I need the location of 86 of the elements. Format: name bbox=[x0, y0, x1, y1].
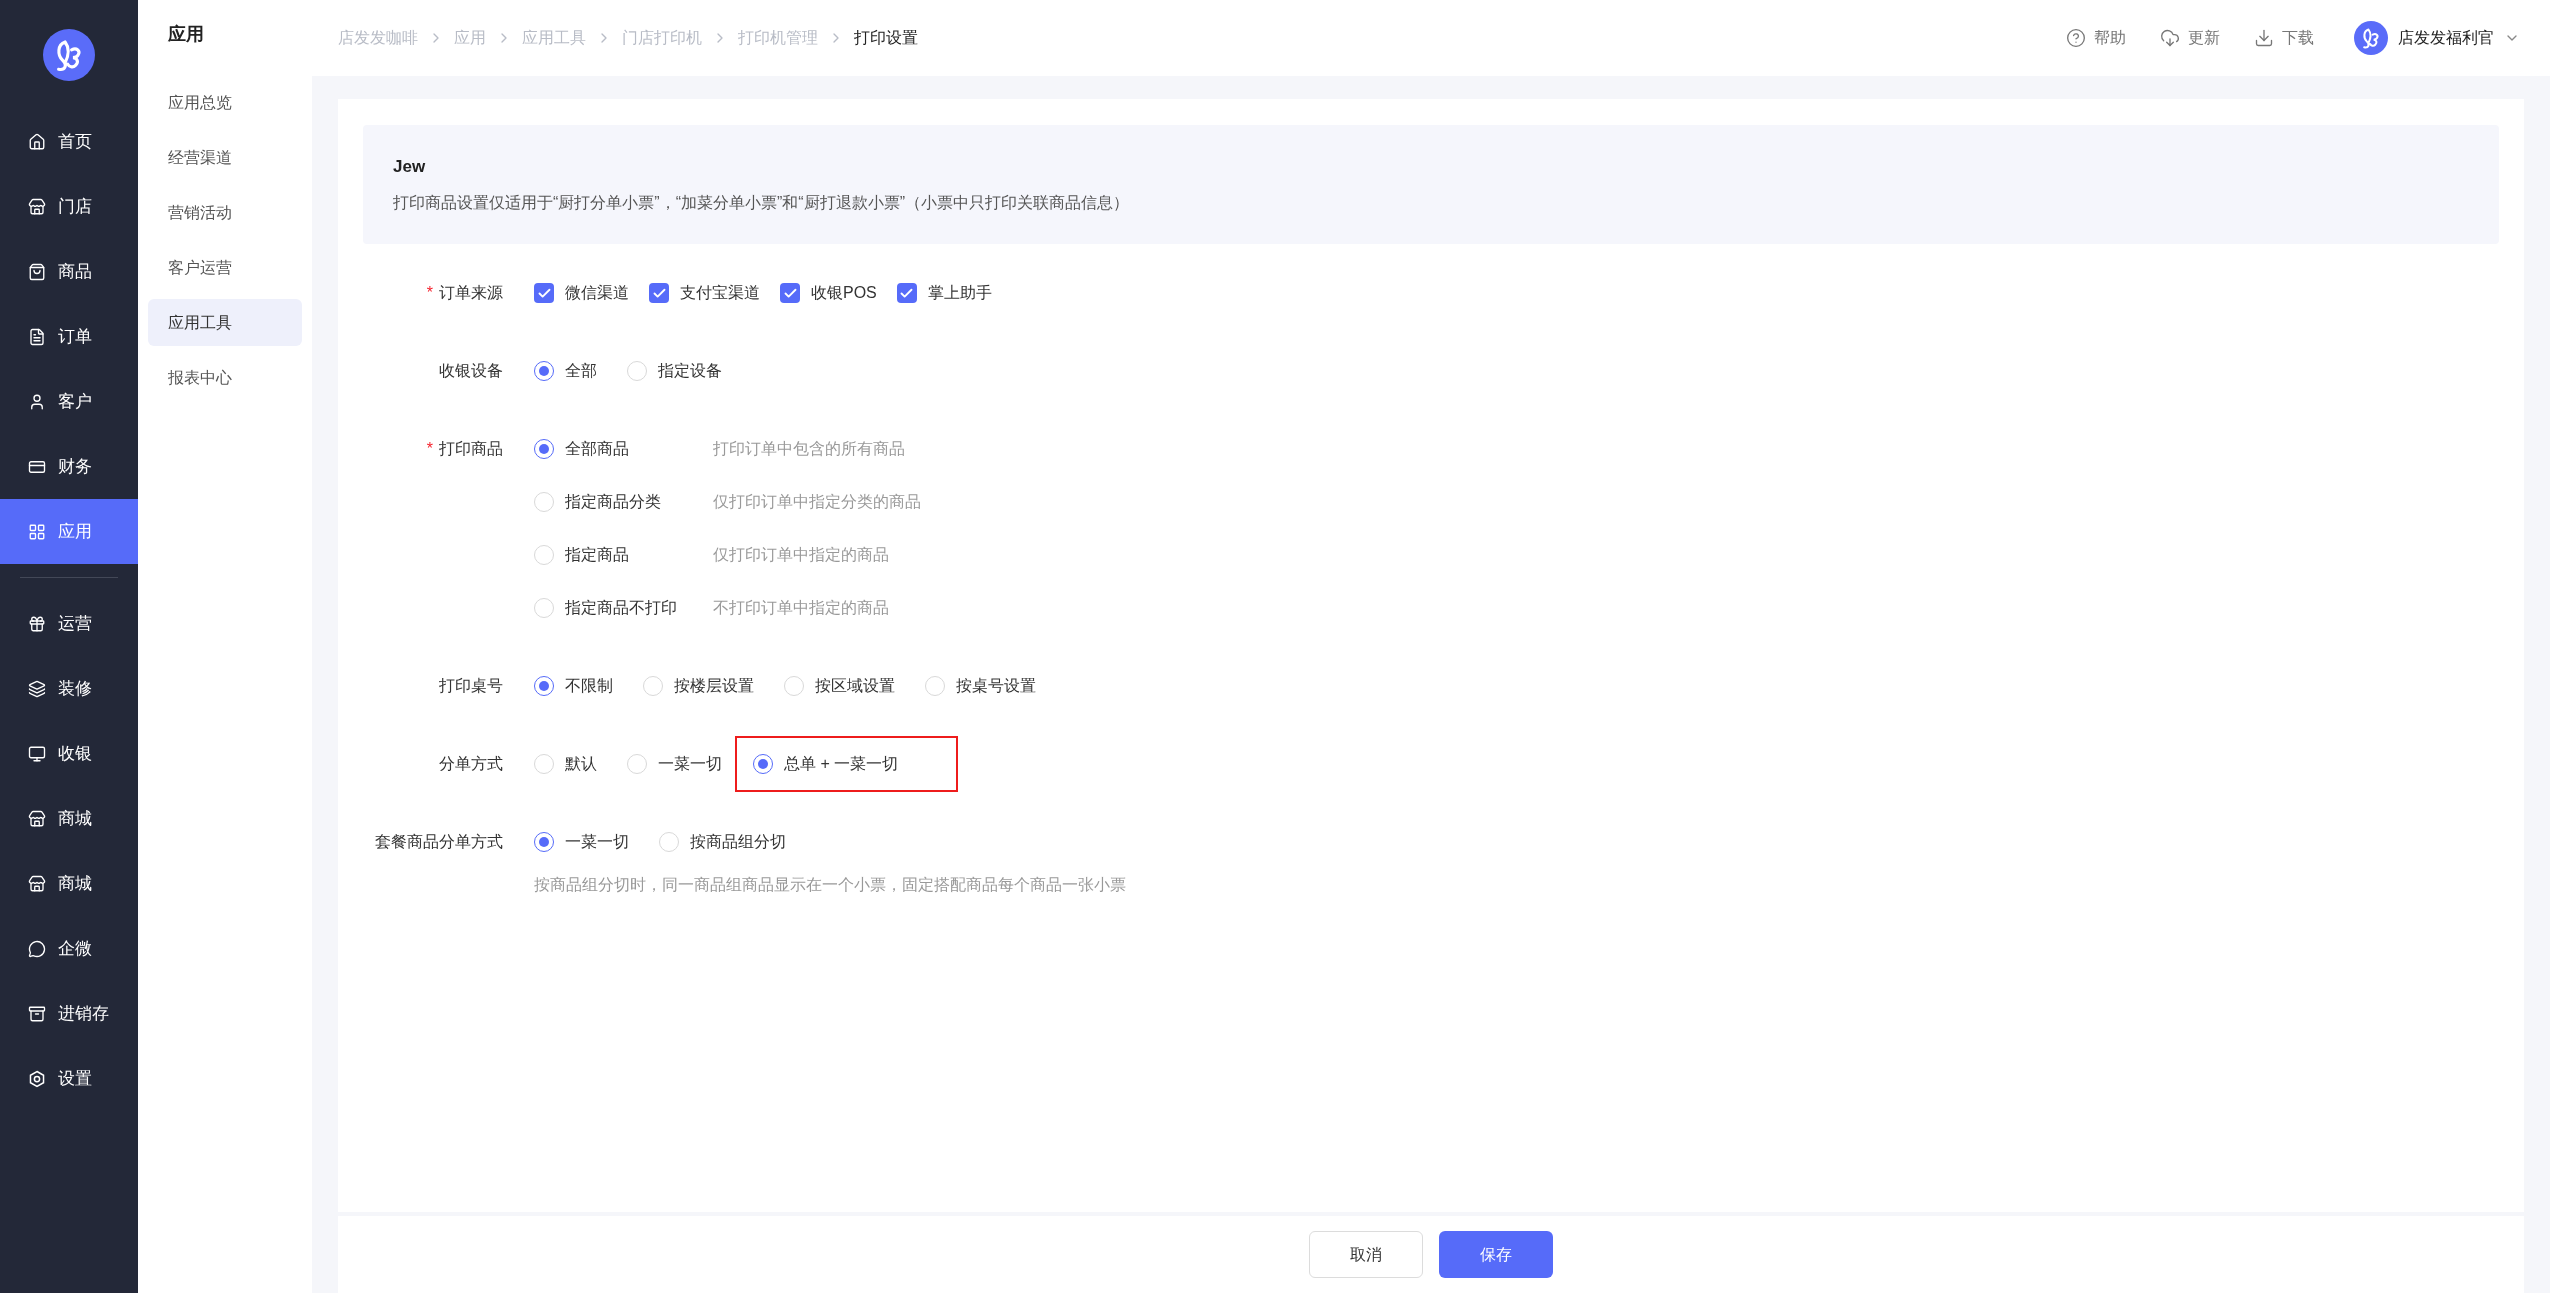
home-icon bbox=[28, 132, 46, 151]
sidebar-item[interactable]: 客户 bbox=[0, 369, 138, 434]
sidebar-item[interactable]: 收银 bbox=[0, 721, 138, 786]
document-icon bbox=[28, 327, 46, 346]
option-hint: 不打印订单中指定的商品 bbox=[713, 598, 889, 618]
nav-item[interactable]: 经营渠道 bbox=[148, 134, 302, 181]
logo-icon bbox=[43, 29, 95, 81]
option-label: 指定商品不打印 bbox=[565, 598, 677, 618]
field-label: 收银设备 bbox=[439, 361, 503, 381]
toolbar-button[interactable]: 下载 bbox=[2254, 26, 2314, 50]
option-label: 默认 bbox=[565, 754, 597, 774]
option-hint: 打印订单中包含的所有商品 bbox=[713, 439, 905, 459]
option-label: 支付宝渠道 bbox=[680, 283, 760, 303]
nav-item[interactable]: 应用总览 bbox=[148, 79, 302, 126]
option-label: 全部商品 bbox=[565, 439, 629, 459]
toolbar-button[interactable]: 帮助 bbox=[2066, 26, 2126, 50]
store-icon bbox=[28, 197, 46, 216]
option-label: 一菜一切 bbox=[565, 832, 629, 852]
sidebar-item[interactable]: 企微 bbox=[0, 916, 138, 981]
nav-item[interactable]: 报表中心 bbox=[148, 354, 302, 401]
checkbox[interactable] bbox=[780, 283, 800, 303]
store-icon bbox=[28, 809, 46, 828]
option-label: 微信渠道 bbox=[565, 283, 629, 303]
option-hint: 仅打印订单中指定分类的商品 bbox=[713, 492, 921, 512]
avatar-icon bbox=[2354, 21, 2388, 55]
required-mark: * bbox=[426, 283, 433, 303]
field-label: 套餐商品分单方式 bbox=[375, 832, 503, 852]
option-label: 指定商品 bbox=[565, 545, 629, 565]
notice-title: Jew bbox=[393, 155, 427, 178]
settings-icon bbox=[28, 1069, 46, 1088]
breadcrumb-current: 打印设置 bbox=[854, 28, 918, 48]
notice-text: 打印商品设置仅适用于“厨打分单小票”，“加菜分单小票”和“厨打退款小票”（小票中只打印关联商品信息） bbox=[393, 193, 1130, 214]
user-icon bbox=[28, 392, 46, 411]
field-note: 按商品组分切时，同一商品组商品显示在一个小票，固定搭配商品每个商品一张小票 bbox=[534, 875, 1126, 895]
checkbox[interactable] bbox=[896, 283, 917, 303]
layers-icon bbox=[28, 679, 46, 698]
sidebar-item[interactable]: 首页 bbox=[0, 109, 138, 174]
cancel-button[interactable]: 取消 bbox=[1309, 1231, 1423, 1278]
field-label: 订单来源 bbox=[439, 283, 503, 303]
checkbox[interactable] bbox=[534, 283, 554, 303]
cloud-download-icon bbox=[2160, 28, 2180, 48]
option-label: 总单 + 一菜一切 bbox=[784, 754, 899, 774]
option-label: 掌上助手 bbox=[927, 283, 992, 303]
sidebar-item[interactable]: 门店 bbox=[0, 174, 138, 239]
archive-icon bbox=[28, 1004, 46, 1023]
shopping-bag-icon bbox=[28, 262, 46, 281]
nav-item[interactable]: 营销活动 bbox=[148, 189, 302, 236]
sidebar-item[interactable]: 应用 bbox=[0, 499, 138, 564]
sidebar-item[interactable]: 运营 bbox=[0, 591, 138, 656]
toolbar-button[interactable]: 更新 bbox=[2160, 26, 2220, 50]
option-label: 按区域设置 bbox=[815, 676, 895, 696]
sidebar-item[interactable]: 商品 bbox=[0, 239, 138, 304]
nav-item[interactable]: 客户运营 bbox=[148, 244, 302, 291]
option-label: 按桌号设置 bbox=[956, 676, 1036, 696]
sidebar-item[interactable]: 商城 bbox=[0, 851, 138, 916]
sidebar-item[interactable]: 设置 bbox=[0, 1046, 138, 1111]
nav-title: 应用 bbox=[168, 22, 204, 46]
sidebar-item[interactable]: 订单 bbox=[0, 304, 138, 369]
checkbox[interactable] bbox=[649, 283, 669, 303]
store-icon bbox=[28, 874, 46, 893]
option-label: 指定设备 bbox=[658, 361, 722, 381]
field-label: 打印桌号 bbox=[439, 676, 503, 696]
required-mark: * bbox=[426, 439, 433, 459]
option-label: 全部 bbox=[565, 361, 597, 381]
user-menu[interactable]: 店发发福利官 bbox=[2354, 21, 2520, 55]
sidebar-item[interactable]: 财务 bbox=[0, 434, 138, 499]
option-hint: 仅打印订单中指定的商品 bbox=[713, 545, 889, 565]
option-label: 不限制 bbox=[565, 676, 613, 696]
download-icon bbox=[2254, 28, 2274, 48]
field-label: 打印商品 bbox=[439, 439, 503, 459]
option-label: 按楼层设置 bbox=[674, 676, 754, 696]
option-label: 收银POS bbox=[811, 283, 877, 303]
sidebar-item[interactable]: 商城 bbox=[0, 786, 138, 851]
option-label: 一菜一切 bbox=[658, 754, 722, 774]
help-icon bbox=[2066, 28, 2086, 48]
monitor-icon bbox=[28, 744, 46, 763]
save-button[interactable]: 保存 bbox=[1439, 1231, 1553, 1278]
sidebar-item[interactable]: 进销存 bbox=[0, 981, 138, 1046]
nav-item[interactable]: 应用工具 bbox=[148, 299, 302, 346]
grid-icon bbox=[28, 522, 46, 541]
gift-icon bbox=[28, 614, 46, 633]
field-label: 分单方式 bbox=[439, 754, 503, 774]
option-label: 按商品组分切 bbox=[690, 832, 786, 852]
chat-bubble-icon bbox=[28, 939, 46, 958]
sidebar-item[interactable]: 装修 bbox=[0, 656, 138, 721]
option-label: 指定商品分类 bbox=[565, 492, 661, 512]
